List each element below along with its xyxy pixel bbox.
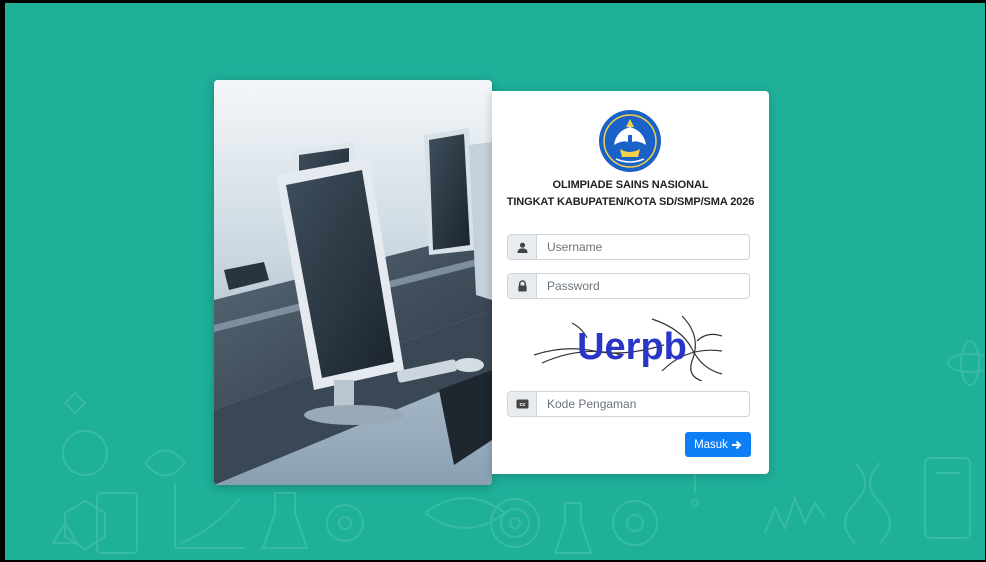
title-line-1: OLIMPIADE SAINS NASIONAL [552,179,709,191]
cc-icon: cc [508,392,537,416]
password-field [507,273,750,299]
username-input[interactable] [537,235,749,259]
user-icon [508,235,537,259]
login-card: OLIMPIADE SAINS NASIONAL TINGKAT KABUPAT… [492,91,769,474]
security-code-field: cc [507,391,750,417]
arrow-right-icon [731,440,742,449]
svg-text:cc: cc [519,402,525,408]
tut-wuri-handayani-logo [599,110,661,172]
page-background: OLIMPIADE SAINS NASIONAL TINGKAT KABUPAT… [5,3,985,560]
hero-image [214,80,492,485]
password-input[interactable] [537,274,749,298]
masuk-button[interactable]: Masuk [685,432,751,457]
captcha-text: Uerpb [577,326,687,368]
username-field [507,234,750,260]
captcha-image: Uerpb [533,315,723,381]
lock-icon [508,274,537,298]
security-code-input[interactable] [537,392,749,416]
title-line-2: TINGKAT KABUPATEN/KOTA SD/SMP/SMA 2026 [506,196,755,208]
masuk-button-label: Masuk [694,438,728,451]
